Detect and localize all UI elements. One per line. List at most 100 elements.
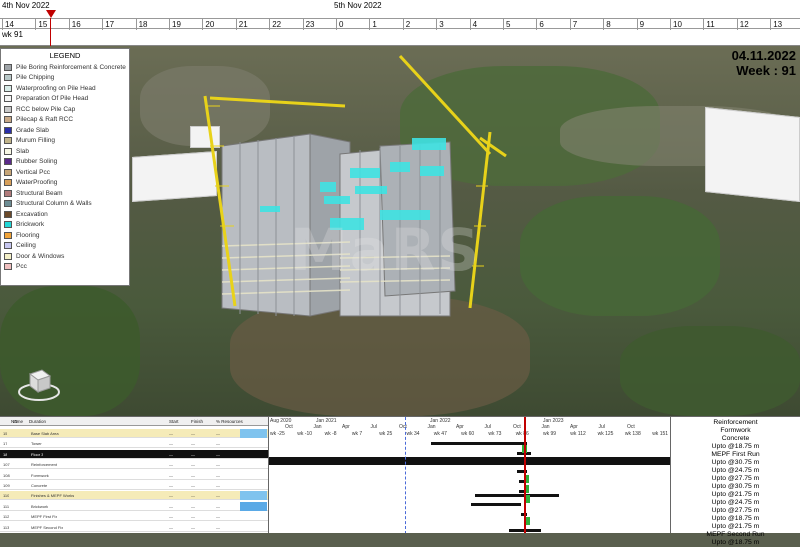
legend-label: Murum Filling [16, 137, 56, 145]
stamp-week: Week : 91 [736, 63, 796, 78]
legend-item: Rubber Soling [4, 157, 126, 168]
view-navigation-cube[interactable] [16, 360, 62, 406]
task-table-header-cell: % Resources [216, 419, 243, 424]
legend-item: Pile Boring Reinforcement & Concrete [4, 62, 126, 73]
gantt-task-bar[interactable] [475, 494, 559, 497]
date-stamp: 04.11.2022 Week : 91 [732, 48, 796, 78]
legend-list: Pile Boring Reinforcement & Concrete Pile… [4, 62, 126, 272]
legend-title: LEGEND [49, 51, 81, 60]
task-cell: — [191, 503, 195, 509]
task-cell: 107 [3, 462, 10, 468]
task-cell: 17 [3, 441, 8, 447]
legend-panel: LEGEND Pile Boring Reinforcement & Concr… [0, 48, 130, 286]
legend-swatch [4, 242, 12, 250]
legend-label: Pile Boring Reinforcement & Concrete [16, 63, 126, 71]
gantt-week-label: wk -8 [324, 431, 337, 437]
task-row[interactable]: 17 Tower — — — [0, 439, 268, 449]
task-cell: — [191, 524, 195, 530]
legend-swatch [4, 137, 12, 145]
status-line: Formwork [720, 427, 751, 434]
watermark-text: MaRS [290, 216, 482, 284]
status-line: Upto @27.75 m [711, 475, 760, 482]
legend-item: Waterproofing on Pile Head [4, 83, 126, 94]
task-table-header: ID Name Duration Start Finish% Resources [0, 417, 268, 426]
task-cell: — [169, 451, 173, 457]
legend-label: Ceiling [16, 242, 36, 250]
task-table[interactable]: ID Name Duration Start Finish% Resources 15 B… [0, 416, 268, 533]
task-cell: — [216, 483, 220, 488]
legend-item: Brickwork [4, 220, 126, 231]
legend-label: Grade Slab [16, 126, 49, 134]
task-cell: — [169, 441, 173, 447]
timeline-right-date: 5th Nov 2022 [334, 1, 382, 10]
task-cell: — [191, 441, 195, 447]
task-cell: — [216, 472, 220, 478]
task-cell: Floor 3 [31, 451, 44, 457]
task-cell: — [191, 462, 195, 468]
resource-cell [240, 501, 267, 511]
task-table-header-cell: Finish [191, 419, 204, 424]
status-line: Reinforcement [713, 419, 758, 426]
gantt-week-label: wk 138 [624, 431, 641, 437]
gantt-week-label: wk -25 [270, 431, 285, 437]
legend-item: Pile Chipping [4, 73, 126, 84]
gantt-month-label: Jul [598, 424, 605, 430]
task-row[interactable]: 18 Floor 3 — — — [0, 449, 268, 459]
task-table-header-cell: Name [11, 419, 24, 424]
gantt-baseline-marker [405, 417, 406, 533]
task-cell: — [191, 472, 195, 478]
task-row[interactable]: 107 Reinforcement — — — [0, 460, 268, 470]
status-panel: Reinforcement Formwork Concrete Upto @18.75… [670, 416, 800, 546]
task-cell: Reinforcement [31, 462, 58, 468]
gantt-month-label: Jul [484, 424, 491, 430]
task-row[interactable]: 109 Concrete — — — [0, 481, 268, 490]
task-cell: Formwork [31, 472, 49, 478]
task-cell: Finishes & MEPF Works [31, 493, 75, 499]
task-cell: 108 [3, 472, 10, 478]
gantt-chart[interactable]: Aug 2020 Jan 2021 Jan 2022 Jan 2023 Oct Jan Ap… [268, 416, 670, 533]
task-cell: — [216, 524, 220, 530]
gantt-month-label: Oct [513, 424, 521, 430]
legend-label: Flooring [16, 231, 40, 239]
timeline-playhead[interactable] [46, 10, 56, 18]
gantt-month-label: Jan [541, 424, 550, 430]
resource-cell [240, 429, 267, 438]
legend-label: Vertical Pcc [16, 168, 50, 176]
legend-swatch [4, 210, 12, 218]
legend-label: Pile Chipping [16, 74, 55, 82]
gantt-task-bar[interactable] [269, 457, 670, 465]
gantt-month-label: Apr [456, 424, 464, 430]
gantt-task-bar[interactable] [471, 503, 521, 506]
task-cell: — [216, 514, 220, 520]
task-cell: — [169, 431, 173, 436]
task-table-header-cell: Start [169, 419, 179, 424]
task-row[interactable]: 110 Finishes & MEPF Works — — — [0, 491, 268, 501]
task-row[interactable]: 15 Base Slab Area — — — [0, 429, 268, 438]
task-row[interactable]: 112 MEPF First Fix — — — [0, 512, 268, 522]
legend-item: WaterProofing [4, 178, 126, 189]
task-row[interactable]: 113 MEPF Second Fix — — — [0, 522, 268, 532]
gantt-month-label: Oct [285, 424, 293, 430]
status-line: Upto @21.75 m [711, 523, 760, 530]
task-cell: Base Slab Area [31, 431, 59, 436]
status-line: Upto @30.75 m [711, 459, 760, 466]
timeline-hour-ticks: 14 15 16 17 18 19 20 21 22 23 0 1 2 3 4 5 6 7 8 9 10 11 12 13 [0, 18, 800, 30]
legend-label: Rubber Soling [16, 158, 58, 166]
legend-swatch [4, 74, 12, 82]
legend-label: Preparation Of Pile Head [16, 95, 89, 103]
task-cell: Tower [31, 441, 42, 447]
timeline-bar[interactable]: 4th Nov 2022 5th Nov 2022 14 15 16 17 18 19 20… [0, 0, 800, 46]
status-line: Upto @30.75 m [711, 483, 760, 490]
legend-label: Pilecap & Raft RCC [16, 116, 74, 124]
task-cell: 113 [3, 524, 10, 530]
legend-item: Excavation [4, 209, 126, 220]
task-row[interactable]: 111 Brickwork — — — [0, 501, 268, 511]
legend-label: Slab [16, 147, 30, 155]
gantt-week-label: wk 99 [543, 431, 557, 437]
legend-label: Excavation [16, 210, 48, 218]
task-row[interactable]: 108 Formwork — — — [0, 470, 268, 480]
gantt-task-bar[interactable] [431, 442, 527, 445]
gantt-week-label: wk 112 [570, 431, 586, 437]
legend-item: Ceiling [4, 241, 126, 252]
legend-item: Vertical Pcc [4, 167, 126, 178]
